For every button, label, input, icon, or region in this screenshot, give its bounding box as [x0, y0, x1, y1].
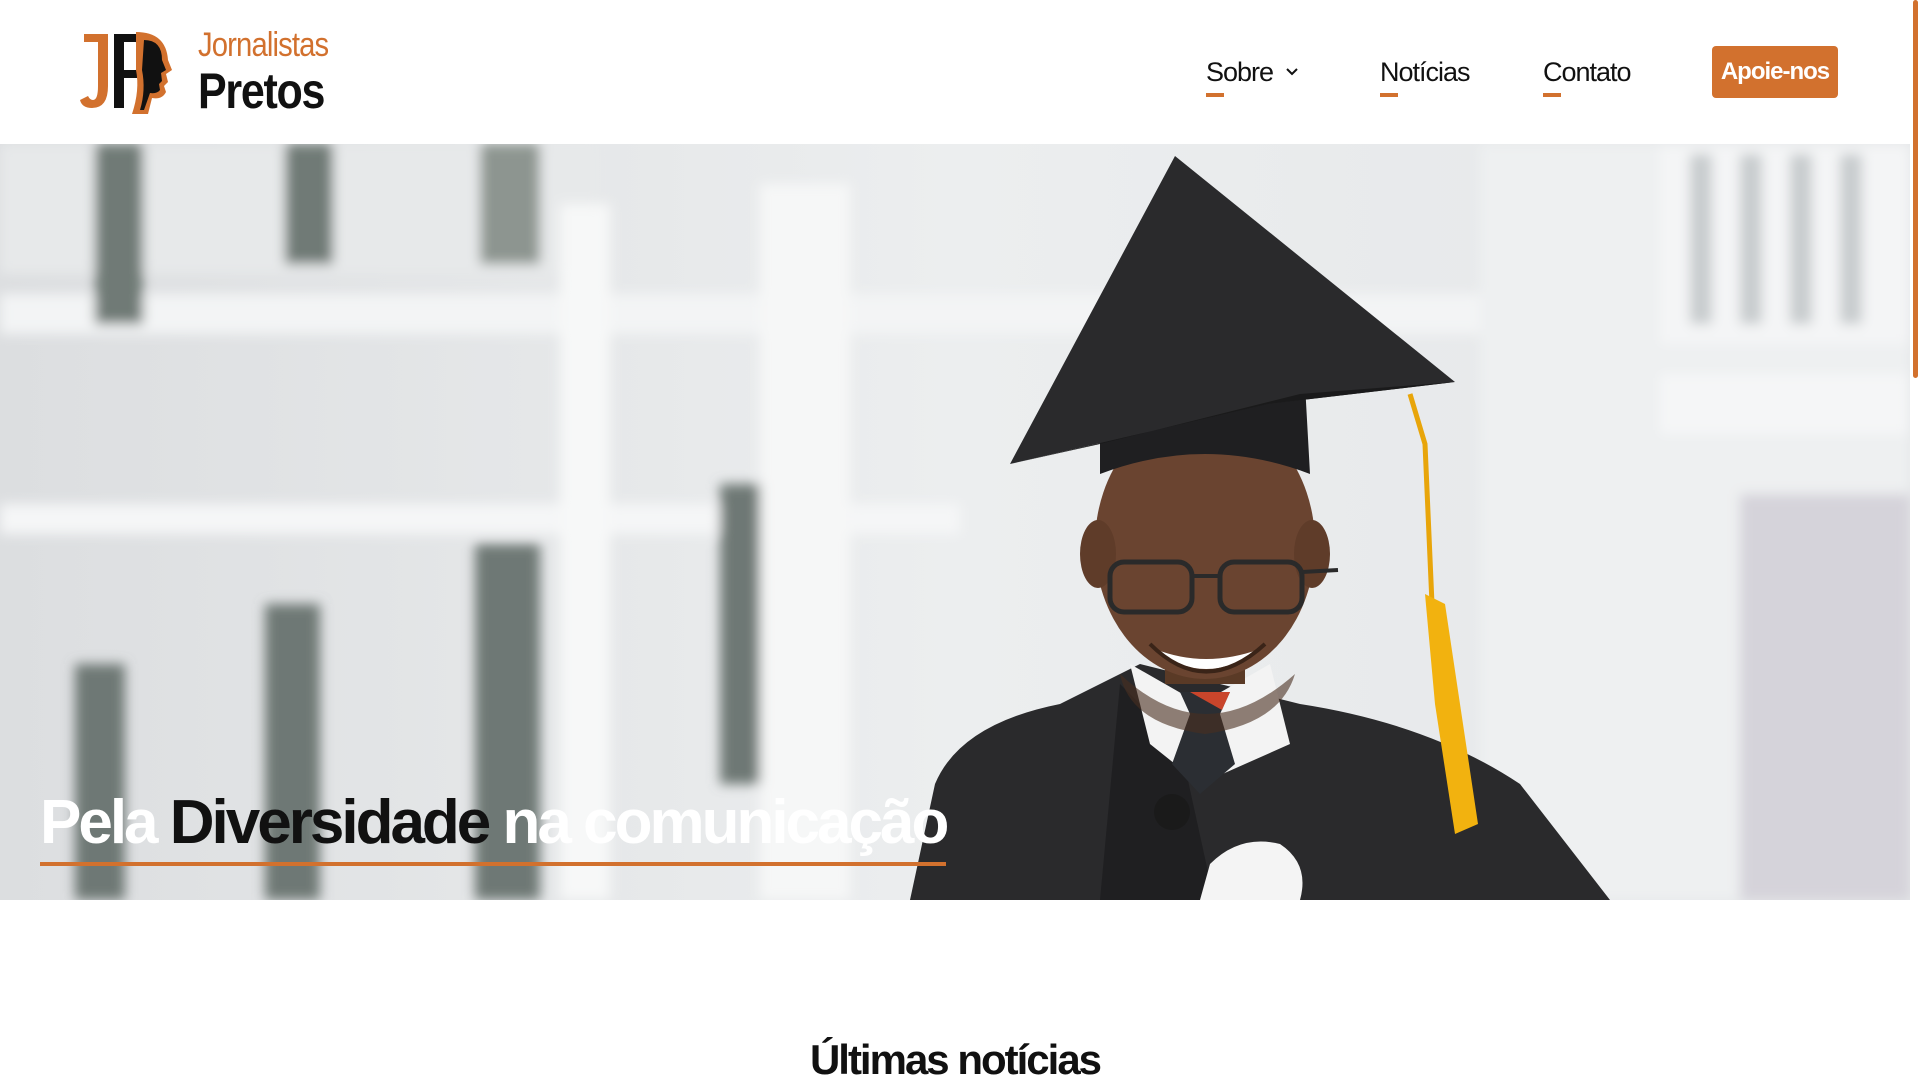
hero-banner: Pela Diversidade na comunicação: [0, 144, 1910, 900]
logo-wordmark: Jornalistas Pretos: [198, 28, 350, 116]
hero-title-part2: Diversidade: [169, 788, 492, 857]
chevron-down-icon: [1285, 65, 1299, 79]
site-logo[interactable]: Jornalistas Pretos: [78, 28, 350, 116]
nav-item-noticias[interactable]: Notícias: [1380, 56, 1471, 97]
apoie-nos-button[interactable]: Apoie-nos: [1712, 46, 1838, 98]
scrollbar-thumb[interactable]: [1913, 0, 1918, 378]
hero-title: Pela Diversidade na comunicação: [40, 792, 949, 866]
page-scrollbar[interactable]: [1910, 0, 1920, 1080]
nav-item-contato[interactable]: Contato: [1543, 56, 1632, 97]
nav-item-label: Notícias: [1380, 56, 1471, 97]
hero-title-part3: na comunicação: [502, 788, 950, 857]
logo-text-jornalistas: Jornalistas: [198, 26, 329, 64]
site-header: Jornalistas Pretos Sobre Notícias Contat…: [0, 0, 1910, 144]
nav-item-sobre[interactable]: Sobre: [1206, 56, 1299, 97]
nav-item-label: Contato: [1543, 56, 1632, 97]
logo-monogram-icon: [78, 30, 174, 114]
hero-graduate-photo: [0, 144, 1910, 900]
latest-news-heading: Últimas notícias: [809, 1036, 1102, 1080]
nav-item-label: Sobre: [1206, 56, 1274, 97]
hero-title-part1: Pela: [40, 788, 159, 857]
logo-text-pretos: Pretos: [198, 63, 325, 119]
